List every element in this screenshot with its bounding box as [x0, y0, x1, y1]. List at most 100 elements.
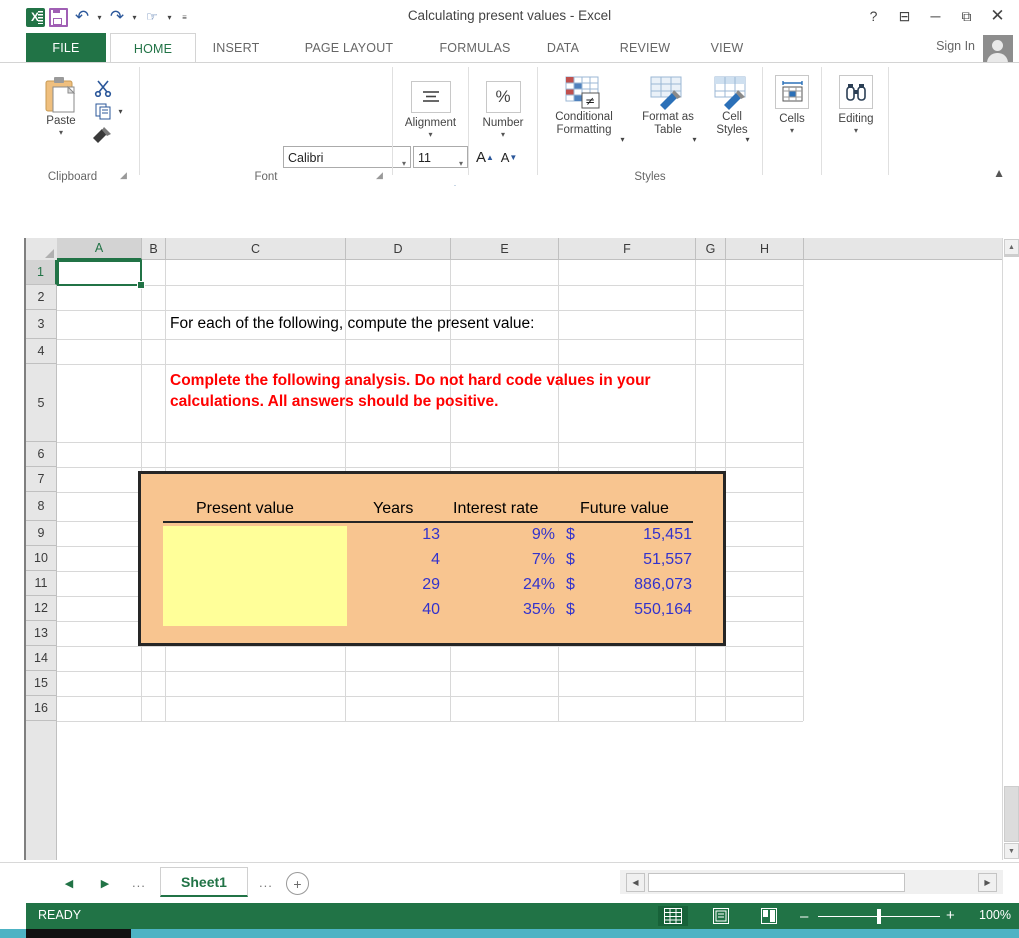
- table-row-1-years: 13: [350, 526, 440, 544]
- sheet-ellipsis-left[interactable]: ...: [132, 875, 146, 890]
- row-header-6[interactable]: 6: [26, 442, 57, 467]
- sheet-ellipsis-right[interactable]: ...: [259, 875, 273, 890]
- font-dialog-launcher[interactable]: ◢: [376, 170, 387, 181]
- tab-formulas[interactable]: FORMULAS: [424, 33, 526, 62]
- table-row-2-future-value: 51,557: [592, 551, 692, 569]
- cell-styles-dropdown-icon[interactable]: ▾: [743, 135, 752, 144]
- svg-text:≠: ≠: [585, 94, 595, 108]
- ribbon-display-options-icon[interactable]: ⊟: [889, 4, 920, 28]
- tab-home[interactable]: HOME: [110, 33, 196, 64]
- cell-styles-button[interactable]: Cell Styles: [706, 75, 758, 137]
- tab-insert[interactable]: INSERT: [198, 33, 274, 62]
- zoom-level[interactable]: 100%: [979, 908, 1011, 922]
- row-header-14[interactable]: 14: [26, 646, 57, 671]
- column-header-b[interactable]: B: [142, 238, 166, 260]
- taskbar-item[interactable]: [26, 929, 131, 938]
- copy-icon[interactable]: [92, 101, 114, 121]
- row-header-7[interactable]: 7: [26, 467, 57, 492]
- normal-view-icon[interactable]: [658, 906, 688, 926]
- scroll-left-icon[interactable]: ◀: [626, 873, 645, 892]
- scroll-right-icon[interactable]: ▶: [978, 873, 997, 892]
- previous-sheet-icon[interactable]: ◀: [58, 873, 80, 893]
- alignment-dropdown-icon[interactable]: ▾: [428, 131, 432, 139]
- select-all-corner[interactable]: [26, 238, 58, 261]
- tab-data[interactable]: DATA: [530, 33, 596, 62]
- scroll-down-icon[interactable]: ▼: [1004, 843, 1019, 859]
- tab-view[interactable]: VIEW: [694, 33, 760, 62]
- row-header-15[interactable]: 15: [26, 671, 57, 696]
- help-icon[interactable]: ?: [858, 4, 889, 28]
- editing-dropdown-icon[interactable]: ▾: [854, 127, 858, 135]
- tab-page-layout[interactable]: PAGE LAYOUT: [278, 33, 420, 62]
- zoom-slider-thumb[interactable]: [877, 909, 881, 924]
- sign-in-button[interactable]: Sign In: [936, 39, 975, 53]
- row-header-13[interactable]: 13: [26, 621, 57, 646]
- table-row-3-years: 29: [350, 576, 440, 594]
- format-painter-icon[interactable]: [88, 123, 116, 147]
- number-dropdown-icon[interactable]: ▾: [501, 131, 505, 139]
- selected-cell-a1[interactable]: [57, 260, 142, 286]
- page-break-view-icon[interactable]: [754, 906, 784, 926]
- column-header-d[interactable]: D: [346, 238, 451, 260]
- conditional-formatting-dropdown-icon[interactable]: ▾: [618, 135, 627, 144]
- format-as-table-label: Format as Table: [632, 111, 704, 137]
- format-as-table-dropdown-icon[interactable]: ▾: [690, 135, 699, 144]
- ribbon-group-styles: ≠ Conditional Formatting ▾ Format as Tab…: [538, 63, 762, 186]
- row-header-1[interactable]: 1: [26, 260, 57, 285]
- tab-file[interactable]: FILE: [26, 33, 106, 62]
- add-sheet-button[interactable]: +: [286, 872, 309, 895]
- column-header-c[interactable]: C: [166, 238, 346, 260]
- present-value-input-range[interactable]: [163, 526, 347, 626]
- avatar[interactable]: [983, 35, 1013, 65]
- zoom-out-button[interactable]: –: [800, 908, 808, 925]
- row-header-11[interactable]: 11: [26, 571, 57, 596]
- collapse-ribbon-icon[interactable]: ▲: [993, 166, 1005, 180]
- row-header-2[interactable]: 2: [26, 285, 57, 310]
- column-header-a[interactable]: A: [57, 238, 142, 260]
- row-header-5[interactable]: 5: [26, 364, 57, 442]
- editing-button[interactable]: Editing ▾: [828, 75, 884, 135]
- cells-dropdown-icon[interactable]: ▾: [790, 127, 794, 135]
- copy-dropdown-icon[interactable]: ▾: [116, 107, 125, 116]
- close-icon[interactable]: ✕: [982, 4, 1013, 28]
- minimize-icon[interactable]: ─: [920, 4, 951, 28]
- paste-button[interactable]: Paste ▾: [36, 75, 86, 137]
- row-header-3[interactable]: 3: [26, 310, 57, 339]
- gridline-h: [57, 442, 803, 443]
- tab-review[interactable]: REVIEW: [600, 33, 690, 62]
- table-row-1-future-value: 15,451: [592, 526, 692, 544]
- vertical-scrollbar[interactable]: ▲ ▼: [1002, 238, 1019, 860]
- conditional-formatting-button[interactable]: ≠ Conditional Formatting: [540, 75, 628, 137]
- table-row-4-future-value: 550,164: [592, 601, 692, 619]
- column-header-h[interactable]: H: [726, 238, 804, 260]
- alignment-button[interactable]: Alignment ▾: [398, 81, 463, 139]
- next-sheet-icon[interactable]: ▶: [94, 873, 116, 893]
- row-header-4[interactable]: 4: [26, 339, 57, 364]
- table-header-years: Years: [373, 500, 413, 518]
- ribbon-tab-strip: FILE HOME INSERT PAGE LAYOUT FORMULAS DA…: [0, 33, 1019, 62]
- format-as-table-button[interactable]: Format as Table: [632, 75, 704, 137]
- scroll-up-icon[interactable]: ▲: [1004, 239, 1019, 255]
- formula-bar: A1 ▾ ⋮ ✕ ✓ fx ▾: [0, 186, 1019, 230]
- vertical-scroll-thumb[interactable]: [1004, 786, 1019, 842]
- row-header-12[interactable]: 12: [26, 596, 57, 621]
- sheet-tab-sheet1[interactable]: Sheet1: [160, 867, 248, 897]
- restore-icon[interactable]: ⧉: [951, 4, 982, 28]
- fill-handle[interactable]: [137, 281, 145, 289]
- column-header-g[interactable]: G: [696, 238, 726, 260]
- clipboard-dialog-launcher[interactable]: ◢: [120, 170, 131, 181]
- paste-dropdown-icon[interactable]: ▾: [59, 129, 63, 137]
- zoom-in-button[interactable]: +: [946, 907, 955, 924]
- row-header-10[interactable]: 10: [26, 546, 57, 571]
- binoculars-icon: [839, 75, 873, 109]
- horizontal-scroll-thumb[interactable]: [648, 873, 905, 892]
- row-header-8[interactable]: 8: [26, 492, 57, 521]
- cut-icon[interactable]: [92, 77, 114, 99]
- page-layout-view-icon[interactable]: [706, 906, 736, 926]
- cells-button[interactable]: Cells ▾: [767, 75, 817, 135]
- number-button[interactable]: % Number ▾: [471, 81, 535, 139]
- row-header-16[interactable]: 16: [26, 696, 57, 721]
- row-header-9[interactable]: 9: [26, 521, 57, 546]
- column-header-f[interactable]: F: [559, 238, 696, 260]
- column-header-e[interactable]: E: [451, 238, 559, 260]
